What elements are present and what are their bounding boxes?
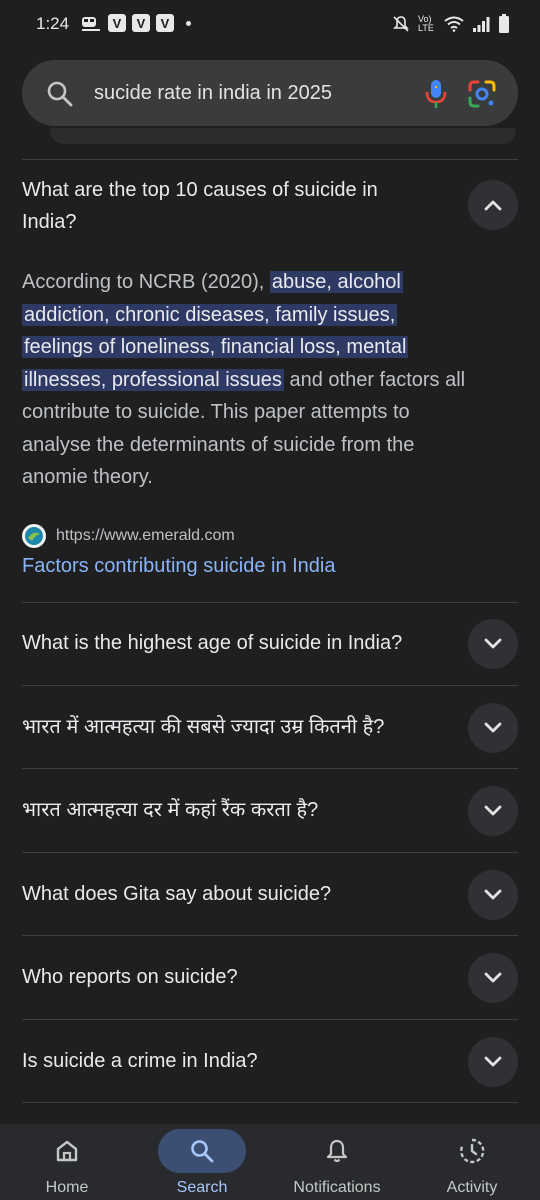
mute-icon <box>393 16 409 32</box>
faq-question[interactable]: भारत में आत्महत्या की सबसे ज्यादा उम्र क… <box>22 711 384 743</box>
emerald-favicon-icon <box>22 524 46 548</box>
home-icon <box>56 1140 78 1162</box>
chevron-down-icon <box>484 722 502 733</box>
highlighted-answer: addiction, chronic diseases, family issu… <box>22 303 398 326</box>
faq-question[interactable]: What does Gita say about suicide? <box>22 878 331 910</box>
nav-home[interactable]: Home <box>7 1124 127 1197</box>
highlighted-answer: illnesses, professional issues <box>22 368 284 391</box>
faq-question-text: What are the top 10 causes of suicide in <box>22 179 378 201</box>
nav-notifications-label: Notifications <box>293 1179 381 1196</box>
notification-icons: V V V <box>80 14 191 32</box>
answer-line: analyse the determinants of suicide from… <box>22 433 415 456</box>
answer-line: According to NCRB (2020), abuse, alcohol <box>22 271 403 293</box>
faq-question[interactable]: भारत आत्महत्या दर में कहां रैंक करता है? <box>22 794 318 826</box>
expand-button[interactable] <box>468 953 518 1003</box>
divider <box>22 768 518 769</box>
faq-question[interactable]: What is the highest age of suicide in In… <box>22 627 402 659</box>
expand-button[interactable] <box>468 619 518 669</box>
search-icon[interactable] <box>46 80 74 108</box>
answer-line: feelings of loneliness, financial loss, … <box>22 331 518 364</box>
app-badge-icon: V <box>132 14 150 32</box>
status-bar: 1:24 V V V Vo) LTE <box>0 0 540 52</box>
highlighted-answer: feelings of loneliness, financial loss, … <box>22 336 409 358</box>
faq-answer: According to NCRB (2020), abuse, alcohol… <box>22 266 518 494</box>
source[interactable]: https://www.emerald.com <box>22 524 235 548</box>
expand-button[interactable] <box>468 786 518 836</box>
highlighted-answer: abuse, alcohol <box>269 271 403 293</box>
divider <box>22 685 518 686</box>
divider <box>22 159 518 160</box>
divider <box>22 852 518 853</box>
source-title-link[interactable]: Factors contributing suicide in India <box>22 555 336 578</box>
clock: 1:24 <box>36 14 70 33</box>
nav-search[interactable]: Search <box>142 1124 262 1197</box>
answer-line: illnesses, professional issues and other… <box>22 368 466 391</box>
faq-question-text: India? <box>22 211 77 233</box>
nav-search-label: Search <box>176 1179 228 1196</box>
expand-button[interactable] <box>468 870 518 920</box>
signal-icon <box>473 17 490 32</box>
search-bar[interactable]: sucide rate in india in 2025 <box>22 60 518 126</box>
train-icon <box>82 17 100 31</box>
answer-line: contribute to suicide. This paper attemp… <box>22 401 410 423</box>
divider <box>22 602 518 603</box>
app-badge-icon: V <box>108 14 126 32</box>
divider <box>22 1019 518 1020</box>
chevron-down-icon <box>484 805 502 816</box>
faq-question-expanded[interactable]: What are the top 10 causes of suicide in… <box>22 174 378 238</box>
wifi-icon <box>444 16 464 32</box>
bell-icon <box>326 1139 348 1163</box>
history-icon <box>460 1138 485 1164</box>
bottom-navigation: Home Search Notifications Activity <box>0 1124 540 1200</box>
faq-question[interactable]: Is suicide a crime in India? <box>22 1045 258 1077</box>
answer-line: addiction, chronic diseases, family issu… <box>22 299 518 332</box>
collapse-button[interactable] <box>468 180 518 230</box>
search-input[interactable]: sucide rate in india in 2025 <box>94 82 332 105</box>
more-notifications-dot <box>186 20 191 26</box>
source-url[interactable]: https://www.emerald.com <box>56 527 235 545</box>
chevron-down-icon <box>484 1056 502 1067</box>
chevron-down-icon <box>484 638 502 649</box>
previous-result-card-edge <box>50 128 516 144</box>
volte-label: Vo) LTE <box>418 14 434 33</box>
google-lens-icon[interactable] <box>466 78 498 110</box>
battery-icon <box>499 14 509 33</box>
faq-question[interactable]: Who reports on suicide? <box>22 961 238 993</box>
answer-line: anomie theory. <box>22 466 153 488</box>
expand-button[interactable] <box>468 1037 518 1087</box>
divider <box>22 1102 518 1103</box>
nav-notifications[interactable]: Notifications <box>277 1124 397 1197</box>
microphone-icon[interactable] <box>422 78 450 110</box>
chevron-down-icon <box>484 972 502 983</box>
nav-home-label: Home <box>45 1179 89 1196</box>
system-icons: Vo) LTE <box>392 14 510 34</box>
chevron-down-icon <box>484 889 502 900</box>
chevron-up-icon <box>484 200 502 211</box>
app-badge-icon: V <box>156 14 174 32</box>
divider <box>22 935 518 936</box>
nav-activity[interactable]: Activity <box>412 1124 532 1197</box>
search-icon <box>191 1140 214 1163</box>
expand-button[interactable] <box>468 703 518 753</box>
nav-activity-label: Activity <box>446 1179 498 1196</box>
